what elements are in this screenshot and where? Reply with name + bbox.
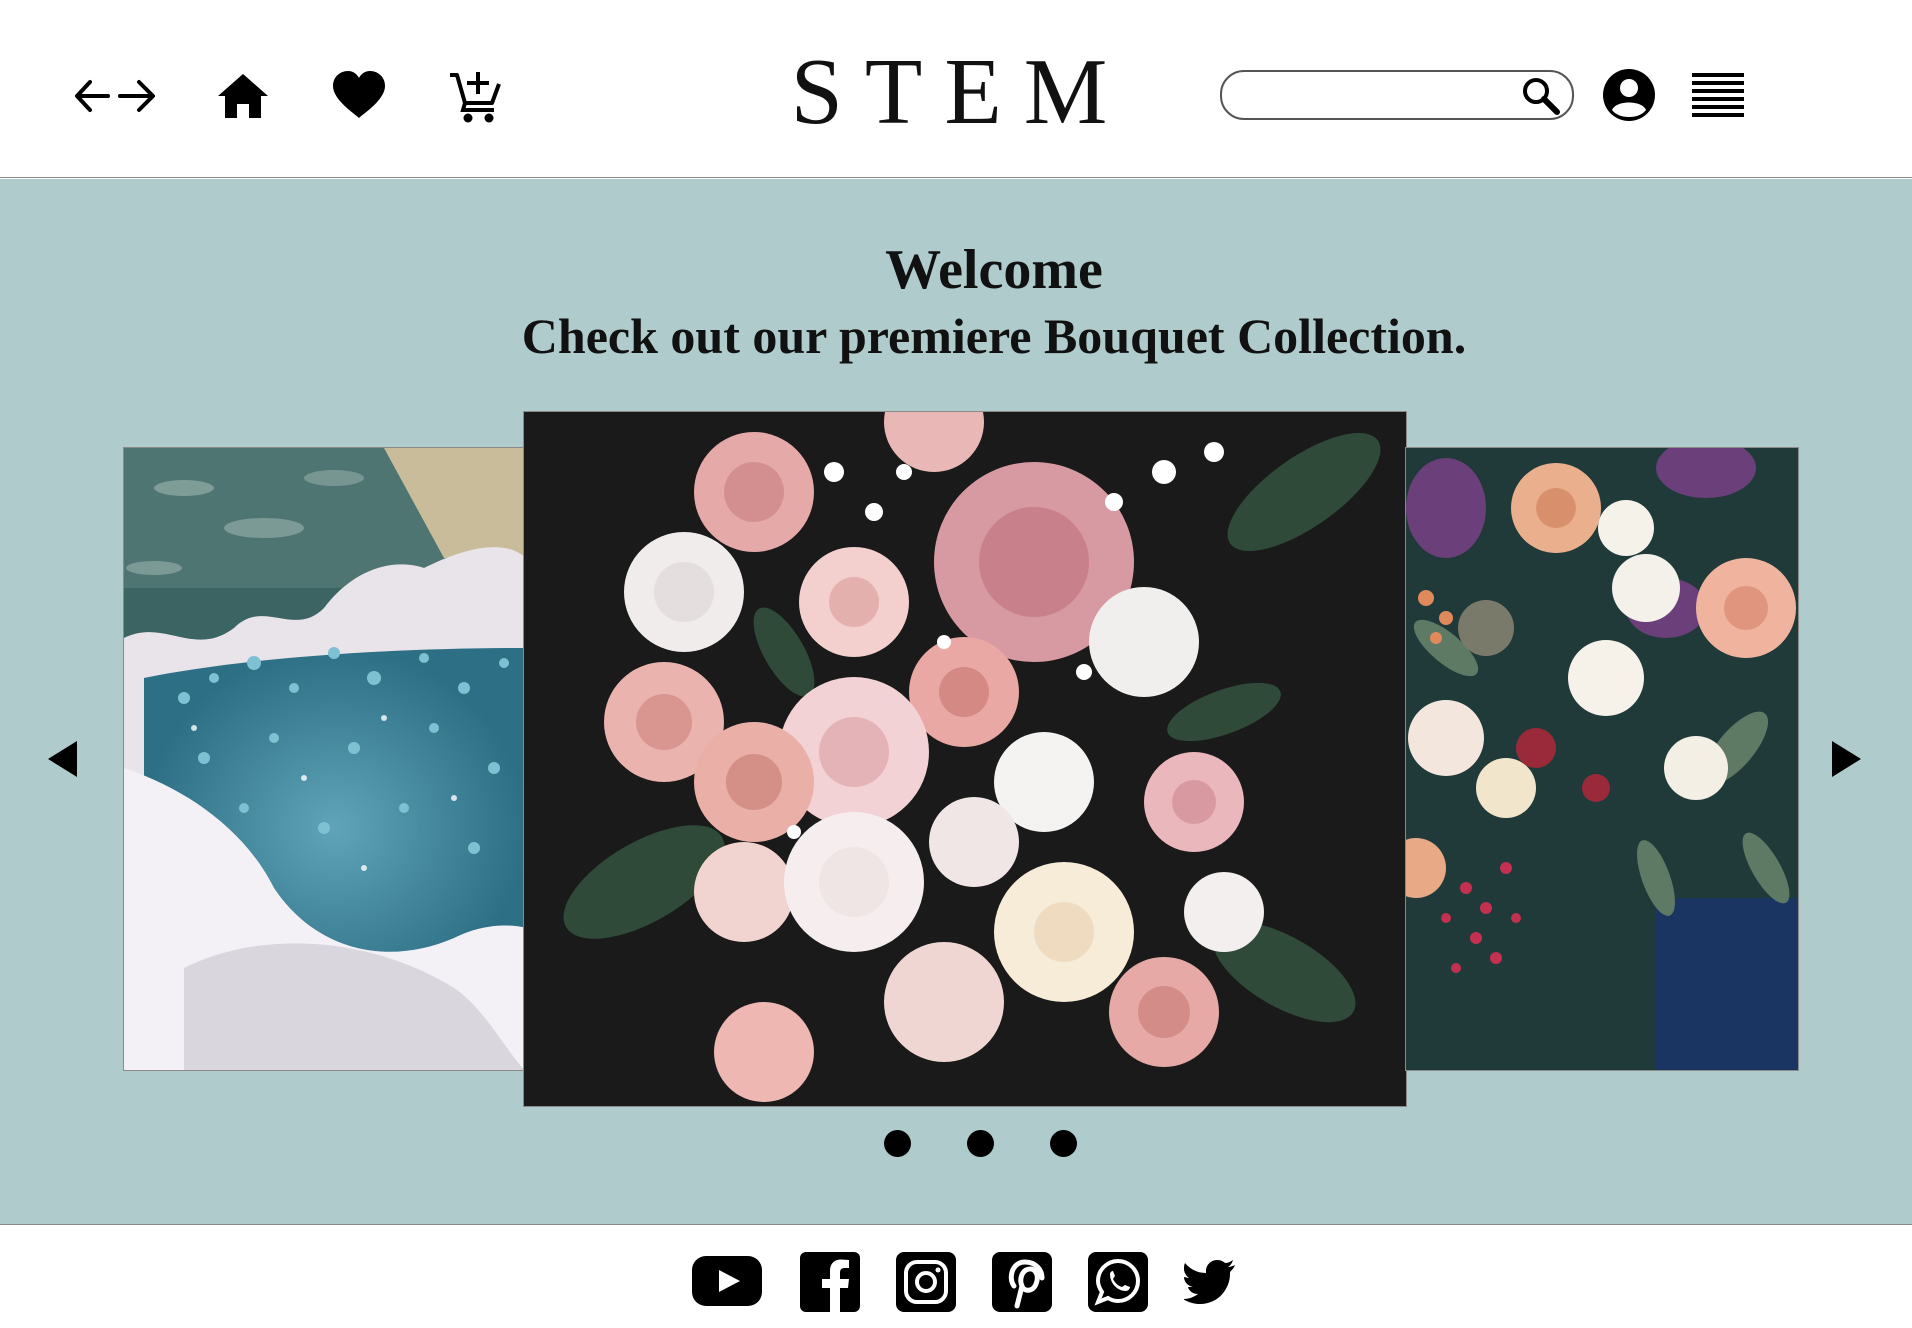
footer: [0, 1226, 1912, 1328]
carousel-slide-mixed-roses[interactable]: [1405, 447, 1799, 1071]
back-forward-arrows-icon[interactable]: [74, 76, 156, 116]
carousel-dot-3[interactable]: [1050, 1130, 1077, 1157]
menu-icon[interactable]: [1692, 73, 1746, 117]
twitter-icon[interactable]: [1184, 1260, 1236, 1304]
search-icon[interactable]: [1520, 76, 1562, 121]
carousel-slide-blue-gypsophila[interactable]: [123, 447, 525, 1071]
hero-banner: Welcome Check out our premiere Bouquet C…: [0, 179, 1912, 1225]
account-icon[interactable]: [1602, 68, 1656, 122]
carousel-next-button[interactable]: [1832, 741, 1861, 777]
add-to-cart-icon[interactable]: [447, 68, 503, 124]
welcome-heading: Welcome: [885, 239, 1103, 301]
pinterest-icon[interactable]: [992, 1252, 1052, 1312]
collection-tagline: Check out our premiere Bouquet Collectio…: [521, 308, 1467, 364]
carousel-slide-pink-roses[interactable]: [523, 411, 1407, 1107]
instagram-icon[interactable]: [896, 1252, 956, 1312]
home-icon[interactable]: [216, 72, 270, 120]
search-bar: [1220, 70, 1574, 120]
facebook-icon[interactable]: [800, 1252, 860, 1312]
carousel-prev-button[interactable]: [48, 741, 77, 777]
youtube-icon[interactable]: [692, 1256, 762, 1306]
header: STEM: [0, 0, 1912, 178]
whatsapp-icon[interactable]: [1088, 1252, 1148, 1312]
heart-icon[interactable]: [331, 70, 387, 120]
carousel-dot-2[interactable]: [967, 1130, 994, 1157]
search-input[interactable]: [1240, 80, 1510, 110]
carousel-dot-1[interactable]: [884, 1130, 911, 1157]
brand-logo[interactable]: STEM: [760, 42, 1160, 142]
